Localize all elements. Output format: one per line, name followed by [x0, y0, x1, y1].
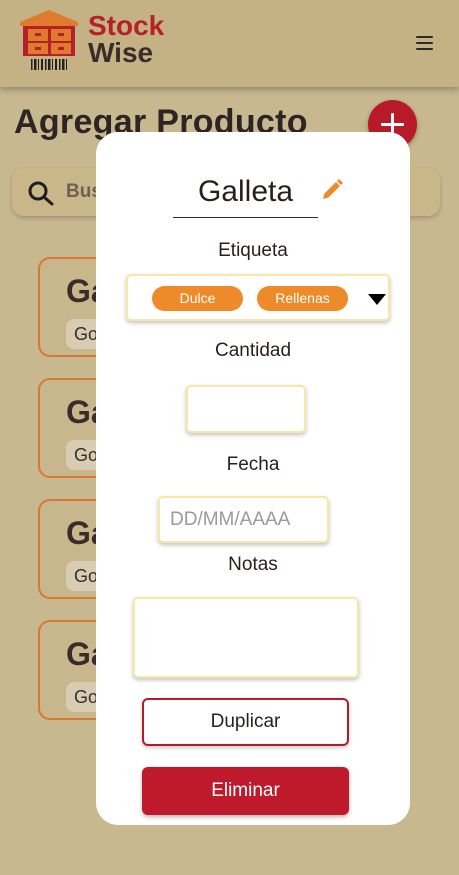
notes-label: Notas [228, 554, 278, 575]
dropdown-arrow-icon[interactable] [368, 294, 386, 305]
logo-text-line2: Wise [88, 37, 154, 68]
tag-select[interactable]: Dulce Rellenas [126, 274, 390, 321]
warehouse-barcode-icon [20, 10, 78, 70]
date-label: Fecha [226, 454, 280, 475]
delete-button[interactable]: Eliminar [142, 767, 349, 815]
app-header: Stock Wise [0, 0, 459, 87]
duplicate-button[interactable]: Duplicar [142, 698, 349, 746]
notes-input[interactable] [133, 597, 359, 678]
hamburger-menu-icon[interactable] [416, 36, 433, 50]
app-logo: Stock Wise [88, 10, 165, 68]
tag-chip[interactable]: Dulce [152, 286, 243, 311]
pencil-icon[interactable] [320, 178, 344, 202]
quantity-input[interactable] [186, 385, 306, 433]
logo-text-line1: Stock [88, 10, 165, 41]
product-edit-modal: Galleta Etiqueta Dulce Rellenas Cantidad… [96, 132, 410, 825]
product-name-field[interactable]: Galleta [173, 174, 318, 218]
tag-chip[interactable]: Rellenas [257, 286, 348, 311]
date-input[interactable] [158, 496, 329, 543]
search-icon [28, 181, 54, 206]
tag-label: Etiqueta [218, 240, 288, 261]
quantity-label: Cantidad [214, 340, 292, 361]
